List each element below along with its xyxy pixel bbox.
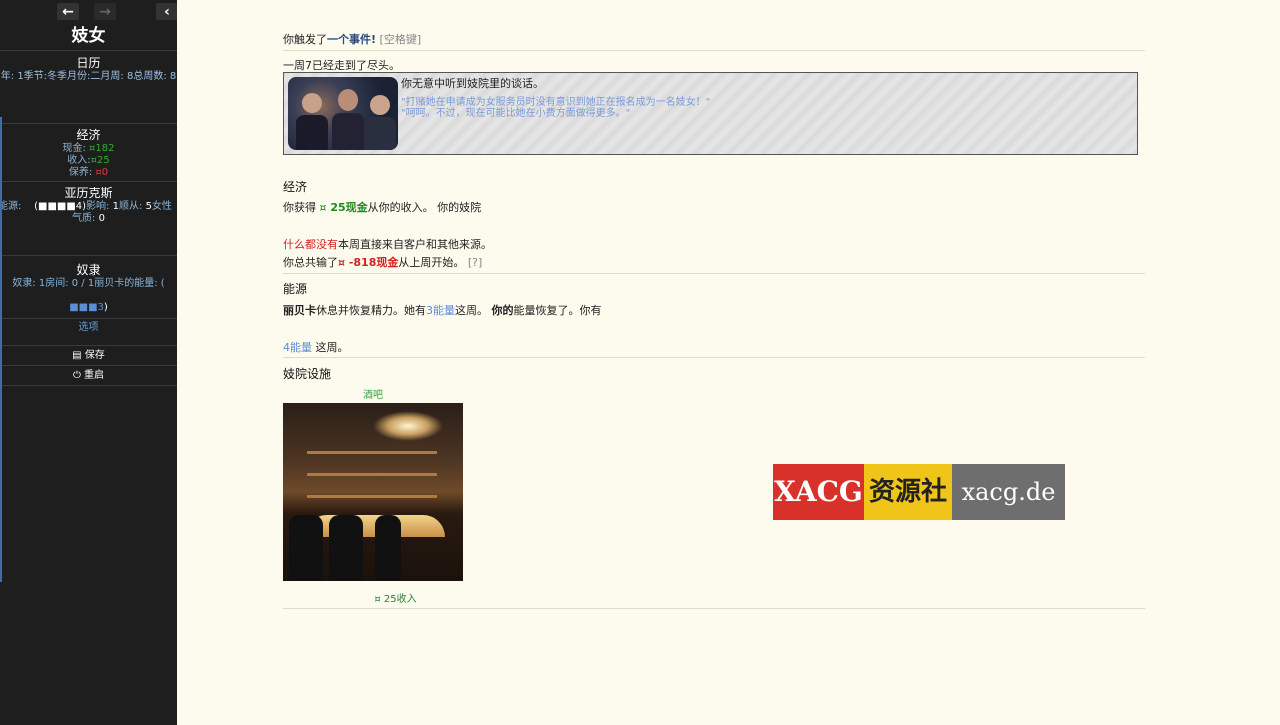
collapse-sidebar-button[interactable]: ‹ bbox=[156, 3, 177, 20]
divider bbox=[283, 50, 1145, 51]
energy-label: 能源: bbox=[0, 201, 22, 212]
facilities-heading: 妓院设施 bbox=[283, 367, 332, 381]
event-box: 你无意中听到妓院里的谈话。 "打赌她在申请成为女服务员时没有意识到她正在报名成为… bbox=[283, 72, 1138, 155]
floppy-disk-icon: ▤ bbox=[72, 350, 82, 361]
divider bbox=[283, 273, 1145, 274]
economy-heading: 经济 bbox=[76, 128, 101, 142]
watermark-part-3: xacg.de bbox=[952, 464, 1065, 520]
this-week-text-2: 这周。 bbox=[312, 341, 349, 354]
upkeep-value: ¤0 bbox=[95, 167, 109, 178]
event-header: 你触发了一个事件! [空格键] bbox=[283, 31, 421, 47]
arrow-left-icon: ← bbox=[62, 3, 74, 20]
rebecca-energy: 3能量 bbox=[426, 304, 455, 317]
event-quote-2: "呵呵。不过，现在可能比她在小费方面做得更多。" bbox=[401, 108, 631, 119]
alexis-heading: 亚历克斯 bbox=[64, 186, 113, 200]
upkeep-label: 保养: bbox=[68, 167, 93, 178]
gain-prefix: 你获得 bbox=[283, 201, 320, 214]
economy-lost-line: 你总共输了¤ -818现金从上周开始。 [?] bbox=[283, 254, 482, 270]
economy-nothing-line: 什么都没有本周直接来自客户和其他来源。 bbox=[283, 236, 492, 252]
slaves-section: 奴隶 奴隶: 1房间: 0 / 1丽贝卡的能量: ( ■■■3) bbox=[0, 256, 177, 318]
nothing-suffix: 本周直接来自客户和其他来源。 bbox=[338, 238, 492, 251]
restart-button[interactable]: ⏻ 重启 bbox=[0, 366, 177, 385]
forward-button[interactable]: → bbox=[94, 3, 116, 20]
event-hint[interactable]: [空格键] bbox=[380, 33, 422, 46]
bar-income: ¤ 25收入 bbox=[374, 594, 417, 605]
power-icon: ⏻ bbox=[72, 370, 81, 381]
slaves-line: 奴隶: 1房间: 0 / 1丽贝卡的能量: ( bbox=[12, 278, 165, 289]
cash-row: 现金: ¤182 bbox=[0, 143, 177, 155]
calendar-heading: 日历 bbox=[76, 56, 101, 70]
income-row: 收入:¤25 bbox=[0, 155, 177, 167]
gender-label: 女性 bbox=[151, 201, 172, 212]
economy-gain-line: 你获得 ¤ 25现金从你的收入。 你的妓院 bbox=[283, 199, 481, 215]
upkeep-row: 保养: ¤0 bbox=[0, 167, 177, 179]
temperament-label: 气质: bbox=[72, 213, 96, 224]
event-link[interactable]: 一个事件! bbox=[327, 33, 376, 46]
gain-value: 25现金 bbox=[326, 201, 368, 214]
energy-heading: 能源 bbox=[283, 282, 308, 296]
event-header-prefix: 你触发了 bbox=[283, 33, 327, 46]
back-button[interactable]: ← bbox=[57, 3, 79, 20]
temperament-row: 气质: 0 bbox=[0, 213, 177, 225]
alexis-section: 亚历克斯 能源: (■■■■4)影响: 1顺从: 5女性 气质: 0 bbox=[0, 182, 177, 255]
cash-icon: ¤ bbox=[319, 201, 327, 214]
alexis-stats-row: 能源: (■■■■4)影响: 1顺从: 5女性 bbox=[0, 201, 177, 213]
rebecca-name: 丽贝卡 bbox=[283, 304, 316, 317]
economy-heading: 经济 bbox=[283, 180, 308, 194]
lost-suffix: 从上周开始。 bbox=[398, 256, 465, 269]
slaves-heading: 奴隶 bbox=[76, 263, 101, 277]
income-value: ¤25 bbox=[90, 155, 110, 166]
rest-text: 休息并恢复精力。她有 bbox=[316, 304, 426, 317]
influence-label: 影响: bbox=[86, 201, 110, 212]
income-label: 收入: bbox=[67, 155, 91, 166]
your-energy-line: 4能量 这周。 bbox=[283, 339, 349, 355]
options-link[interactable]: 选项 bbox=[0, 319, 177, 337]
followers-label: 顺从: bbox=[119, 201, 143, 212]
bar-label[interactable]: 酒吧 bbox=[283, 386, 463, 401]
slaves-energy-row: ■■■3) bbox=[0, 302, 177, 314]
watermark-part-2: 资源社 bbox=[864, 464, 952, 520]
story-title: 妓女 bbox=[71, 26, 106, 46]
sidebar-accent-bar bbox=[0, 117, 2, 582]
help-link[interactable]: [?] bbox=[468, 256, 482, 269]
energy-line: 丽贝卡休息并恢复精力。她有3能量这周。 你的能量恢复了。你有 bbox=[283, 302, 602, 318]
save-button[interactable]: ▤ 保存 bbox=[0, 346, 177, 365]
bar-image[interactable] bbox=[283, 403, 463, 581]
slaves-line-suffix: ) bbox=[103, 302, 108, 313]
calendar-line: 年: 1季节:冬季月份:二月周: 8总周数: 8 bbox=[0, 71, 177, 82]
sidebar-nav: ← → ‹ bbox=[0, 0, 177, 24]
restart-label: 重启 bbox=[84, 370, 105, 381]
cash-label: 现金: bbox=[62, 143, 86, 154]
save-label: 保存 bbox=[84, 350, 105, 361]
calendar-section: 日历 年: 1季节:冬季月份:二月周: 8总周数: 8 bbox=[0, 51, 177, 123]
sidebar: ← → ‹ 妓女 日历 年: 1季节:冬季月份:二月周: 8总周数: 8 经济 … bbox=[0, 0, 177, 725]
chevron-left-icon: ‹ bbox=[164, 3, 170, 20]
event-text: 你无意中听到妓院里的谈话。 bbox=[401, 77, 544, 90]
this-week-text: 这周。 bbox=[455, 304, 488, 317]
divider bbox=[283, 608, 1145, 609]
yours-text: 你的 bbox=[491, 304, 514, 317]
recovered-text: 能量恢复了。你有 bbox=[513, 304, 602, 317]
watermark-logo: XACG 资源社 xacg.de bbox=[773, 464, 1065, 520]
energy-value: (■■■■4) bbox=[34, 201, 87, 212]
gain-suffix: 从你的收入。 你的妓院 bbox=[367, 201, 482, 214]
cash-value: ¤182 bbox=[89, 143, 115, 154]
rebecca-energy-value: ■■■3 bbox=[69, 302, 104, 313]
divider bbox=[0, 385, 177, 386]
temperament-value: 0 bbox=[98, 213, 105, 224]
nothing-text: 什么都没有 bbox=[283, 238, 338, 251]
lost-prefix: 你总共输了 bbox=[283, 256, 338, 269]
your-energy: 4能量 bbox=[283, 341, 312, 354]
watermark-part-1: XACG bbox=[773, 464, 864, 520]
divider bbox=[283, 357, 1145, 358]
arrow-right-icon: → bbox=[99, 3, 111, 20]
event-image bbox=[288, 77, 398, 150]
lost-value: ¤ -818现金 bbox=[338, 256, 399, 269]
economy-section: 经济 现金: ¤182 收入:¤25 保养: ¤0 bbox=[0, 124, 177, 181]
event-quote-1: "打赌她在申请成为女服务员时没有意识到她正在报名成为一名妓女！" bbox=[401, 97, 711, 108]
week-end-text: 一周7已经走到了尽头。 bbox=[283, 59, 400, 72]
